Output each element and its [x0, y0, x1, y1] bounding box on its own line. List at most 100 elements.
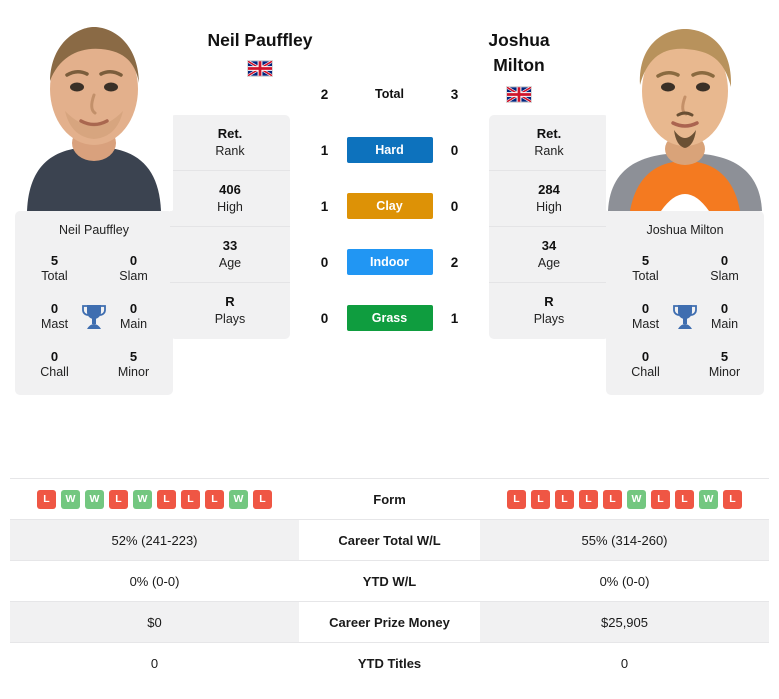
h2h-surface-row-hard: 1 Hard 0	[300, 122, 480, 178]
h2h-indoor-right: 2	[450, 254, 459, 270]
row-label-career-prize-money: Career Prize Money	[299, 601, 480, 643]
right-rank-card: Ret. Rank 284 High 34 Age R Plays	[489, 115, 609, 339]
left-titles-total: 5 Total	[15, 253, 94, 285]
h2h-surface-row-indoor: 0 Indoor 2	[300, 234, 480, 290]
right-titles-total-label: Total	[632, 269, 659, 284]
form-badge-l[interactable]: L	[37, 489, 56, 509]
left-player-header: Neil Pauffley	[170, 28, 350, 78]
left-titles-total-value: 5	[50, 253, 59, 268]
head-to-head-rows: 2 Total 3 1 Hard 0 1 Clay 0 0 Indoor 2 0…	[300, 66, 480, 346]
form-badge-l[interactable]: L	[253, 489, 272, 509]
surface-badge-indoor[interactable]: Indoor	[346, 249, 433, 275]
right-form-strip: LLLLLWLLWL	[480, 489, 769, 509]
h2h-hard-left: 1	[320, 142, 329, 158]
row-label-form: Form	[299, 478, 480, 520]
left-rank-label: Rank	[215, 143, 245, 158]
right-titles-total: 5 Total	[606, 253, 685, 285]
right-titles-minor-label: Minor	[708, 365, 741, 379]
left-player-column: Neil Pauffley 5 Total 0 Slam 0 Mast 0 Ma…	[0, 0, 173, 478]
left-rank-item: Ret. Rank	[170, 115, 290, 171]
form-badge-l[interactable]: L	[651, 489, 670, 509]
form-badge-l[interactable]: L	[181, 489, 200, 509]
form-badge-w[interactable]: W	[85, 489, 104, 509]
form-badge-l[interactable]: L	[507, 489, 526, 509]
form-badge-l[interactable]: L	[603, 489, 622, 509]
left-career-total-wl: 52% (241-223)	[10, 519, 299, 561]
right-titles-slam: 0 Slam	[685, 253, 764, 285]
comparison-table: LWWLWLLLWL Form LLLLLWLLWL 52% (241-223)…	[10, 478, 769, 684]
left-titles-slam-value: 0	[129, 253, 138, 268]
right-plays-item: R Plays	[489, 283, 609, 339]
form-badge-w[interactable]: W	[627, 489, 646, 509]
left-player-name: Neil Pauffley	[207, 30, 313, 50]
form-badge-l[interactable]: L	[157, 489, 176, 509]
left-age-value: 33	[222, 237, 238, 253]
table-row-ytd-titles: 0 YTD Titles 0	[10, 642, 769, 684]
left-titles-minor-label: Minor	[117, 365, 150, 379]
left-titles-slam-label: Slam	[119, 269, 148, 284]
left-titles-minor: 5 Minor	[94, 349, 173, 381]
h2h-surface-row-grass: 0 Grass 1	[300, 290, 480, 346]
form-badge-l[interactable]: L	[531, 489, 550, 509]
right-age-item: 34 Age	[489, 227, 609, 283]
form-badge-l[interactable]: L	[723, 489, 742, 509]
form-badge-w[interactable]: W	[699, 489, 718, 509]
right-player-name-line1: Joshua	[488, 30, 550, 50]
h2h-clay-right: 0	[450, 198, 459, 214]
right-age-value: 34	[541, 237, 557, 253]
right-titles-minor: 5 Minor	[685, 349, 764, 381]
trophy-icon	[672, 303, 698, 331]
left-titles-total-label: Total	[41, 269, 68, 284]
trophy-icon	[81, 303, 107, 331]
left-high-value: 406	[219, 181, 241, 197]
row-label-ytd-wl: YTD W/L	[299, 560, 480, 602]
right-career-prize-money: $25,905	[480, 601, 769, 643]
right-card-player-name: Joshua Milton	[646, 223, 724, 237]
right-titles-card: Joshua Milton 5 Total 0 Slam 0 Mast 0 Ma…	[606, 211, 764, 395]
right-plays-label: Plays	[533, 312, 565, 327]
form-badge-w[interactable]: W	[61, 489, 80, 509]
form-badge-l[interactable]: L	[555, 489, 574, 509]
right-titles-minor-value: 5	[720, 348, 729, 364]
form-badge-l[interactable]: L	[109, 489, 128, 509]
row-label-career-total-wl: Career Total W/L	[299, 519, 480, 561]
right-career-total-wl: 55% (314-260)	[480, 519, 769, 561]
right-player-photo[interactable]	[606, 15, 764, 211]
form-badge-w[interactable]: W	[229, 489, 248, 509]
h2h-total-left: 2	[320, 86, 329, 102]
h2h-grass-left: 0	[320, 310, 329, 326]
surface-badge-clay[interactable]: Clay	[346, 193, 433, 219]
head-to-head-column: Neil Pauffley Joshua Milton 2 Total 3 1 …	[207, 0, 550, 478]
left-rank-value: Ret.	[217, 125, 243, 141]
surface-badge-hard[interactable]: Hard	[346, 137, 433, 163]
gb-flag-icon	[506, 85, 532, 103]
form-badge-l[interactable]: L	[675, 489, 694, 509]
h2h-indoor-left: 0	[320, 254, 329, 270]
right-ytd-titles: 0	[480, 642, 769, 684]
comparison-header: Neil Pauffley 5 Total 0 Slam 0 Mast 0 Ma…	[0, 0, 779, 478]
right-titles-chall-label: Chall	[631, 365, 660, 379]
left-form-cell: LWWLWLLLWL	[10, 478, 299, 520]
right-titles-slam-value: 0	[720, 253, 729, 268]
surface-badge-grass[interactable]: Grass	[346, 305, 433, 331]
right-ytd-wl: 0% (0-0)	[480, 560, 769, 602]
right-form-cell: LLLLLWLLWL	[480, 478, 769, 520]
right-player-header: Joshua Milton	[429, 28, 609, 103]
left-titles-chall: 0 Chall	[15, 349, 94, 381]
left-player-photo[interactable]	[15, 15, 173, 211]
left-plays-value: R	[225, 294, 235, 310]
form-badge-w[interactable]: W	[133, 489, 152, 509]
left-plays-item: R Plays	[170, 283, 290, 339]
left-career-prize-money: $0	[10, 601, 299, 643]
form-badge-l[interactable]: L	[205, 489, 224, 509]
left-age-label: Age	[218, 255, 242, 270]
right-rank-item: Ret. Rank	[489, 115, 609, 171]
player-comparison-page: Neil Pauffley 5 Total 0 Slam 0 Mast 0 Ma…	[0, 0, 779, 699]
right-high-value: 284	[538, 181, 560, 197]
left-card-player-name: Neil Pauffley	[59, 223, 129, 237]
right-player-name: Joshua Milton	[429, 28, 609, 79]
row-label-ytd-titles: YTD Titles	[299, 642, 480, 684]
table-row-ytd-wl: 0% (0-0) YTD W/L 0% (0-0)	[10, 560, 769, 602]
form-badge-l[interactable]: L	[579, 489, 598, 509]
h2h-grass-right: 1	[450, 310, 459, 326]
